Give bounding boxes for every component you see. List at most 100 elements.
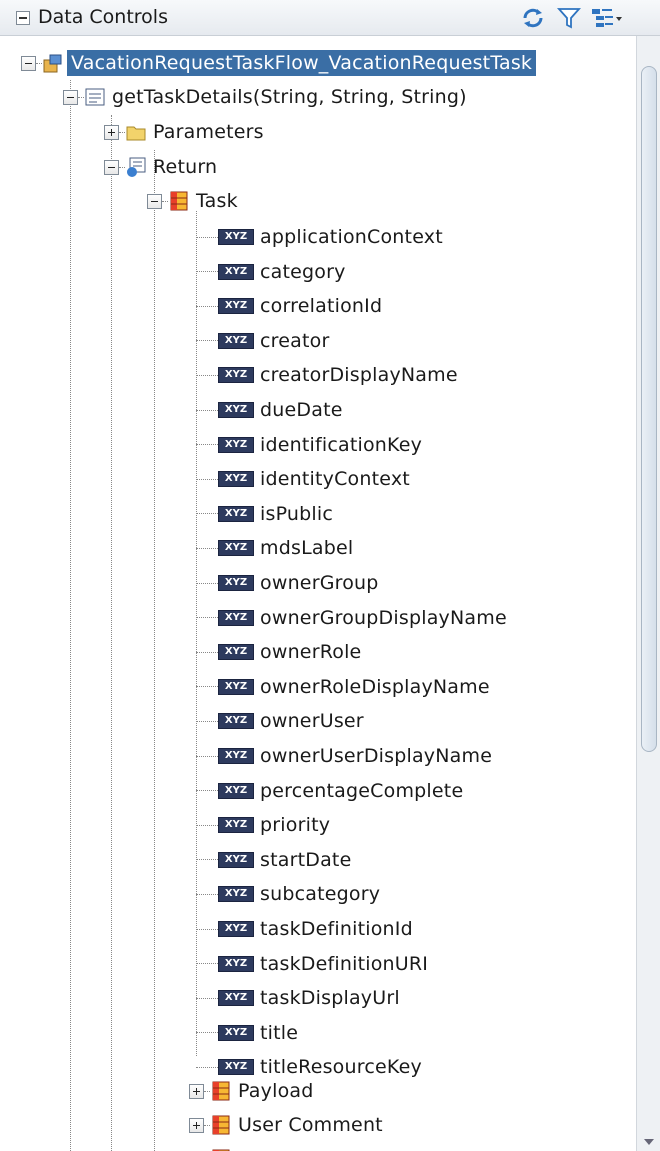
scrollbar-thumb[interactable] <box>641 66 657 752</box>
data-controls-tree: VacationRequestTaskFlow_VacationRequestT… <box>0 36 636 1151</box>
attribute-icon: XYZ <box>218 748 254 764</box>
filter-icon[interactable] <box>556 5 582 31</box>
attribute-label: applicationContext <box>260 226 443 248</box>
collection-label: User Comment <box>238 1114 383 1136</box>
collapse-icon[interactable] <box>63 89 78 105</box>
attribute-label: taskDefinitionURI <box>260 952 429 975</box>
tree-node-attribute[interactable]: XYZ ownerGroup <box>196 566 379 600</box>
return-label: Return <box>153 156 218 178</box>
attribute-label: creatorDisplayName <box>260 364 458 387</box>
tree-node-attribute[interactable]: XYZ isPublic <box>196 497 333 531</box>
tree-node-attribute[interactable]: XYZ percentageComplete <box>196 774 463 808</box>
tree-node-attribute[interactable]: XYZ correlationId <box>196 289 382 323</box>
attribute-label: ownerRoleDisplayName <box>260 675 490 698</box>
collapse-icon[interactable] <box>104 159 119 175</box>
attribute-icon: XYZ <box>218 817 254 834</box>
tree-node-task[interactable]: Task <box>147 184 238 218</box>
tree-node-attribute[interactable]: XYZ priority <box>196 808 330 842</box>
tree-node-attribute[interactable]: XYZ mdsLabel <box>196 531 353 565</box>
tree-node-root[interactable]: VacationRequestTaskFlow_VacationRequestT… <box>21 46 537 80</box>
attribute-label: identityContext <box>260 468 410 491</box>
collapse-panel-icon[interactable] <box>16 11 30 25</box>
tree-node-attribute[interactable]: XYZ taskDisplayUrl <box>196 981 400 1015</box>
attribute-label: isPublic <box>260 502 334 525</box>
data-controls-header: Data Controls <box>0 0 660 36</box>
tree-node-attribute[interactable]: XYZ identificationKey <box>196 428 422 462</box>
tree-guide-line <box>154 150 155 1151</box>
attribute-label: ownerGroup <box>260 572 379 594</box>
attribute-icon: XYZ <box>218 540 254 557</box>
attribute-icon: XYZ <box>218 886 254 903</box>
root-label: VacationRequestTaskFlow_VacationRequestT… <box>67 50 537 76</box>
attribute-label: ownerUserDisplayName <box>260 745 493 767</box>
tree-node-attribute[interactable]: XYZ creatorDisplayName <box>196 358 458 392</box>
attribute-label: startDate <box>260 848 352 871</box>
tree-node-attribute[interactable]: XYZ ownerUserDisplayName <box>196 739 492 773</box>
tree-node-attribute[interactable]: XYZ title <box>196 1016 298 1050</box>
tree-node-attribute[interactable]: XYZ ownerUser <box>196 704 364 738</box>
tree-node-attribute[interactable]: XYZ taskDefinitionId <box>196 912 413 946</box>
tree-node-attribute[interactable]: XYZ identityContext <box>196 462 410 496</box>
expand-icon[interactable] <box>189 1083 204 1099</box>
attribute-label: priority <box>260 814 331 837</box>
attribute-icon: XYZ <box>218 505 254 522</box>
attribute-label: taskDisplayUrl <box>260 987 400 1010</box>
data-control-icon <box>43 54 62 73</box>
attribute-label: ownerUser <box>260 710 364 733</box>
tree-node-attribute[interactable]: XYZ category <box>196 255 346 289</box>
attribute-icon: XYZ <box>218 955 254 972</box>
attribute-icon: XYZ <box>218 332 254 349</box>
tree-node-collection[interactable]: Payload <box>189 1074 314 1108</box>
folder-icon <box>126 126 146 141</box>
collection-label: Payload <box>238 1080 314 1102</box>
attribute-icon: XYZ <box>218 851 254 868</box>
tree-node-parameters[interactable]: Parameters <box>104 115 264 149</box>
return-icon <box>127 157 146 177</box>
expand-icon[interactable] <box>104 124 119 140</box>
tree-node-attribute[interactable]: XYZ ownerRoleDisplayName <box>196 670 490 704</box>
collapse-icon[interactable] <box>147 193 162 209</box>
tree-node-attribute[interactable]: XYZ applicationContext <box>196 220 443 254</box>
tree-guide-line <box>70 80 71 1151</box>
attribute-label: creator <box>260 329 330 352</box>
tree-node-attribute[interactable]: XYZ creator <box>196 324 329 358</box>
collection-icon <box>212 1115 230 1135</box>
attribute-icon: XYZ <box>218 782 254 799</box>
attribute-icon: XYZ <box>218 644 254 661</box>
collapse-icon[interactable] <box>21 55 36 71</box>
tree-node-method[interactable]: getTaskDetails(String, String, String) <box>63 80 467 114</box>
attribute-icon: XYZ <box>218 678 254 695</box>
tree-node-return[interactable]: Return <box>104 150 217 184</box>
tree-node-attribute[interactable]: XYZ startDate <box>196 843 351 877</box>
tree-options-icon[interactable] <box>590 5 624 31</box>
attribute-icon: XYZ <box>218 229 254 245</box>
attribute-label: dueDate <box>260 399 343 421</box>
attribute-label: percentageComplete <box>260 779 464 802</box>
tree-node-attribute[interactable]: XYZ ownerRole <box>196 635 361 669</box>
tree-node-attribute[interactable]: XYZ ownerGroupDisplayName <box>196 601 507 635</box>
tree-node-attribute[interactable]: XYZ taskDefinitionURI <box>196 947 428 981</box>
attribute-icon: XYZ <box>218 402 254 418</box>
tree-node-collection[interactable]: Attachment <box>189 1142 351 1151</box>
attribute-icon: XYZ <box>218 921 254 937</box>
attribute-icon: XYZ <box>218 1024 254 1041</box>
attribute-label: title <box>260 1021 299 1044</box>
attribute-label: identificationKey <box>260 433 423 456</box>
attribute-label: mdsLabel <box>260 537 354 560</box>
attribute-icon: XYZ <box>218 990 254 1007</box>
refresh-icon[interactable] <box>520 5 546 31</box>
task-label: Task <box>196 190 238 212</box>
expand-icon[interactable] <box>189 1117 204 1133</box>
attribute-icon: XYZ <box>218 471 254 488</box>
vertical-scrollbar[interactable] <box>636 36 660 1151</box>
tree-node-attribute[interactable]: XYZ subcategory <box>196 877 380 911</box>
attribute-icon: XYZ <box>218 575 254 591</box>
tree-node-collection[interactable]: User Comment <box>189 1108 383 1142</box>
attribute-icon: XYZ <box>218 367 254 384</box>
attribute-icon: XYZ <box>218 1059 254 1076</box>
attribute-label: category <box>260 260 346 283</box>
scroll-down-arrow-icon[interactable] <box>644 1139 654 1145</box>
collection-icon <box>170 191 188 211</box>
collection-icon <box>212 1081 230 1101</box>
tree-node-attribute[interactable]: XYZ dueDate <box>196 393 343 427</box>
